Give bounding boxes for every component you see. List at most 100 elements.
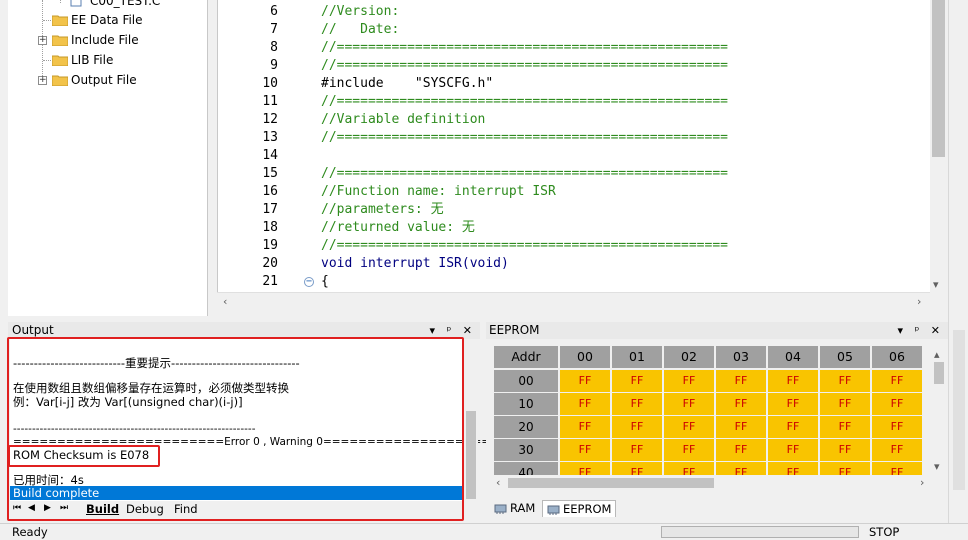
- next-tab-icon[interactable]: ▶: [44, 503, 51, 513]
- scroll-down-icon[interactable]: ▾: [934, 458, 940, 475]
- eeprom-cell[interactable]: FF: [768, 462, 818, 475]
- eeprom-cell[interactable]: FF: [560, 393, 610, 415]
- code-line[interactable]: 7 // Date:: [218, 21, 934, 39]
- scrollbar-thumb[interactable]: [466, 411, 476, 499]
- tree-guide-line: [60, 0, 61, 3]
- last-tab-icon[interactable]: ⏭: [60, 503, 68, 513]
- eeprom-cell[interactable]: FF: [612, 393, 662, 415]
- prev-tab-icon[interactable]: ◀: [28, 503, 35, 513]
- eeprom-cell[interactable]: FF: [768, 393, 818, 415]
- eeprom-cell[interactable]: FF: [560, 462, 610, 475]
- code-line[interactable]: 10 #include "SYSCFG.h": [218, 75, 934, 93]
- editor-vertical-scrollbar[interactable]: ▾: [930, 0, 947, 292]
- eeprom-view: Addr 00 01 02 03 04 05 06 00 FF FF FF FF FF FF FF 10 FF FF…: [486, 340, 948, 496]
- code-line[interactable]: 14: [218, 147, 934, 165]
- code-line[interactable]: 16 //Function name: interrupt ISR: [218, 183, 934, 201]
- code-editor[interactable]: 6 //Version: 7 // Date: 8 //=================…: [217, 0, 933, 292]
- build-complete-line[interactable]: Build complete: [10, 486, 462, 500]
- scroll-left-icon[interactable]: ‹: [496, 474, 500, 491]
- line-number: 10: [262, 76, 278, 91]
- eeprom-horizontal-scrollbar[interactable]: ‹ ›: [494, 475, 931, 491]
- eeprom-cell[interactable]: FF: [872, 462, 922, 475]
- eeprom-cell[interactable]: FF: [664, 462, 714, 475]
- eeprom-tab-bar: RAM EEPROM: [486, 498, 948, 518]
- tab-find[interactable]: Find: [174, 502, 198, 517]
- eeprom-column-header: 04: [768, 346, 818, 368]
- eeprom-cell[interactable]: FF: [872, 370, 922, 392]
- eeprom-column-header: 02: [664, 346, 714, 368]
- eeprom-cell[interactable]: FF: [716, 416, 766, 438]
- tab-build[interactable]: Build: [86, 502, 119, 517]
- panel-header-buttons[interactable]: ▾ ᵖ ✕: [898, 322, 944, 339]
- fold-collapse-icon[interactable]: −: [304, 277, 314, 287]
- status-progress-bar: [661, 526, 859, 538]
- code-text: // Date:: [321, 22, 400, 37]
- code-line[interactable]: 11 //====================================…: [218, 93, 934, 111]
- eeprom-cell[interactable]: FF: [716, 393, 766, 415]
- expand-icon[interactable]: +: [38, 36, 47, 45]
- eeprom-cell[interactable]: FF: [560, 439, 610, 461]
- eeprom-cell[interactable]: FF: [820, 370, 870, 392]
- eeprom-cell[interactable]: FF: [612, 462, 662, 475]
- eeprom-cell[interactable]: FF: [716, 439, 766, 461]
- code-line[interactable]: 12 //Variable definition: [218, 111, 934, 129]
- code-line[interactable]: 9 //=====================================…: [218, 57, 934, 75]
- eeprom-cell[interactable]: FF: [768, 370, 818, 392]
- eeprom-cell[interactable]: FF: [664, 416, 714, 438]
- code-line[interactable]: 18 //returned value: 无: [218, 219, 934, 237]
- eeprom-cell[interactable]: FF: [872, 416, 922, 438]
- eeprom-cell[interactable]: FF: [664, 370, 714, 392]
- scrollbar-thumb[interactable]: [953, 330, 965, 490]
- code-line[interactable]: 20 void interrupt ISR(void): [218, 255, 934, 273]
- scroll-up-icon[interactable]: ▴: [934, 346, 940, 363]
- eeprom-cell[interactable]: FF: [872, 393, 922, 415]
- scrollbar-thumb[interactable]: [508, 478, 714, 488]
- eeprom-cell[interactable]: FF: [716, 462, 766, 475]
- code-line[interactable]: 17 //parameters: 无: [218, 201, 934, 219]
- eeprom-cell[interactable]: FF: [560, 370, 610, 392]
- eeprom-cell[interactable]: FF: [664, 439, 714, 461]
- line-number: 8: [270, 40, 278, 55]
- tab-debug[interactable]: Debug: [126, 502, 164, 517]
- eeprom-cell[interactable]: FF: [820, 439, 870, 461]
- code-line[interactable]: 13 //====================================…: [218, 129, 934, 147]
- eeprom-cell[interactable]: FF: [820, 462, 870, 475]
- tab-ram[interactable]: RAM: [490, 500, 539, 517]
- first-tab-icon[interactable]: ⏮: [13, 503, 21, 513]
- output-vertical-scrollbar[interactable]: [464, 339, 478, 501]
- eeprom-cell[interactable]: FF: [768, 439, 818, 461]
- tab-eeprom[interactable]: EEPROM: [542, 500, 617, 517]
- code-line[interactable]: 8 //=====================================…: [218, 39, 934, 57]
- code-text: //======================================…: [321, 94, 728, 109]
- eeprom-grid[interactable]: Addr 00 01 02 03 04 05 06 00 FF FF FF FF FF FF FF 10 FF FF…: [494, 346, 931, 475]
- output-line: 例：Var[i-j] 改为 Var[(unsigned char)(i-j)]: [13, 395, 243, 409]
- output-log[interactable]: ---------------------------重要提示---------…: [10, 339, 525, 501]
- code-line[interactable]: 19 //====================================…: [218, 237, 934, 255]
- scroll-down-icon[interactable]: ▾: [933, 276, 939, 293]
- eeprom-cell[interactable]: FF: [612, 439, 662, 461]
- expand-icon[interactable]: +: [38, 76, 47, 85]
- eeprom-cell[interactable]: FF: [872, 439, 922, 461]
- scroll-right-icon[interactable]: ›: [920, 474, 924, 491]
- line-number: 6: [270, 4, 278, 19]
- scroll-right-icon[interactable]: ›: [917, 293, 921, 310]
- eeprom-column-header: 03: [716, 346, 766, 368]
- eeprom-cell[interactable]: FF: [820, 393, 870, 415]
- code-line[interactable]: 21 −{: [218, 273, 934, 291]
- eeprom-cell[interactable]: FF: [820, 416, 870, 438]
- editor-horizontal-scrollbar[interactable]: ‹ ›: [217, 292, 930, 309]
- eeprom-cell[interactable]: FF: [768, 416, 818, 438]
- code-line[interactable]: 15 //====================================…: [218, 165, 934, 183]
- scroll-left-icon[interactable]: ‹: [223, 293, 227, 310]
- line-number: 9: [270, 58, 278, 73]
- code-line[interactable]: 6 //Version:: [218, 3, 934, 21]
- scrollbar-thumb[interactable]: [932, 0, 945, 157]
- eeprom-cell[interactable]: FF: [612, 370, 662, 392]
- eeprom-cell[interactable]: FF: [612, 416, 662, 438]
- panel-header-buttons[interactable]: ▾ ᵖ ✕: [430, 322, 476, 339]
- eeprom-cell[interactable]: FF: [716, 370, 766, 392]
- scrollbar-thumb[interactable]: [934, 362, 944, 384]
- eeprom-vertical-scrollbar[interactable]: ▴ ▾: [931, 346, 947, 475]
- eeprom-cell[interactable]: FF: [664, 393, 714, 415]
- eeprom-cell[interactable]: FF: [560, 416, 610, 438]
